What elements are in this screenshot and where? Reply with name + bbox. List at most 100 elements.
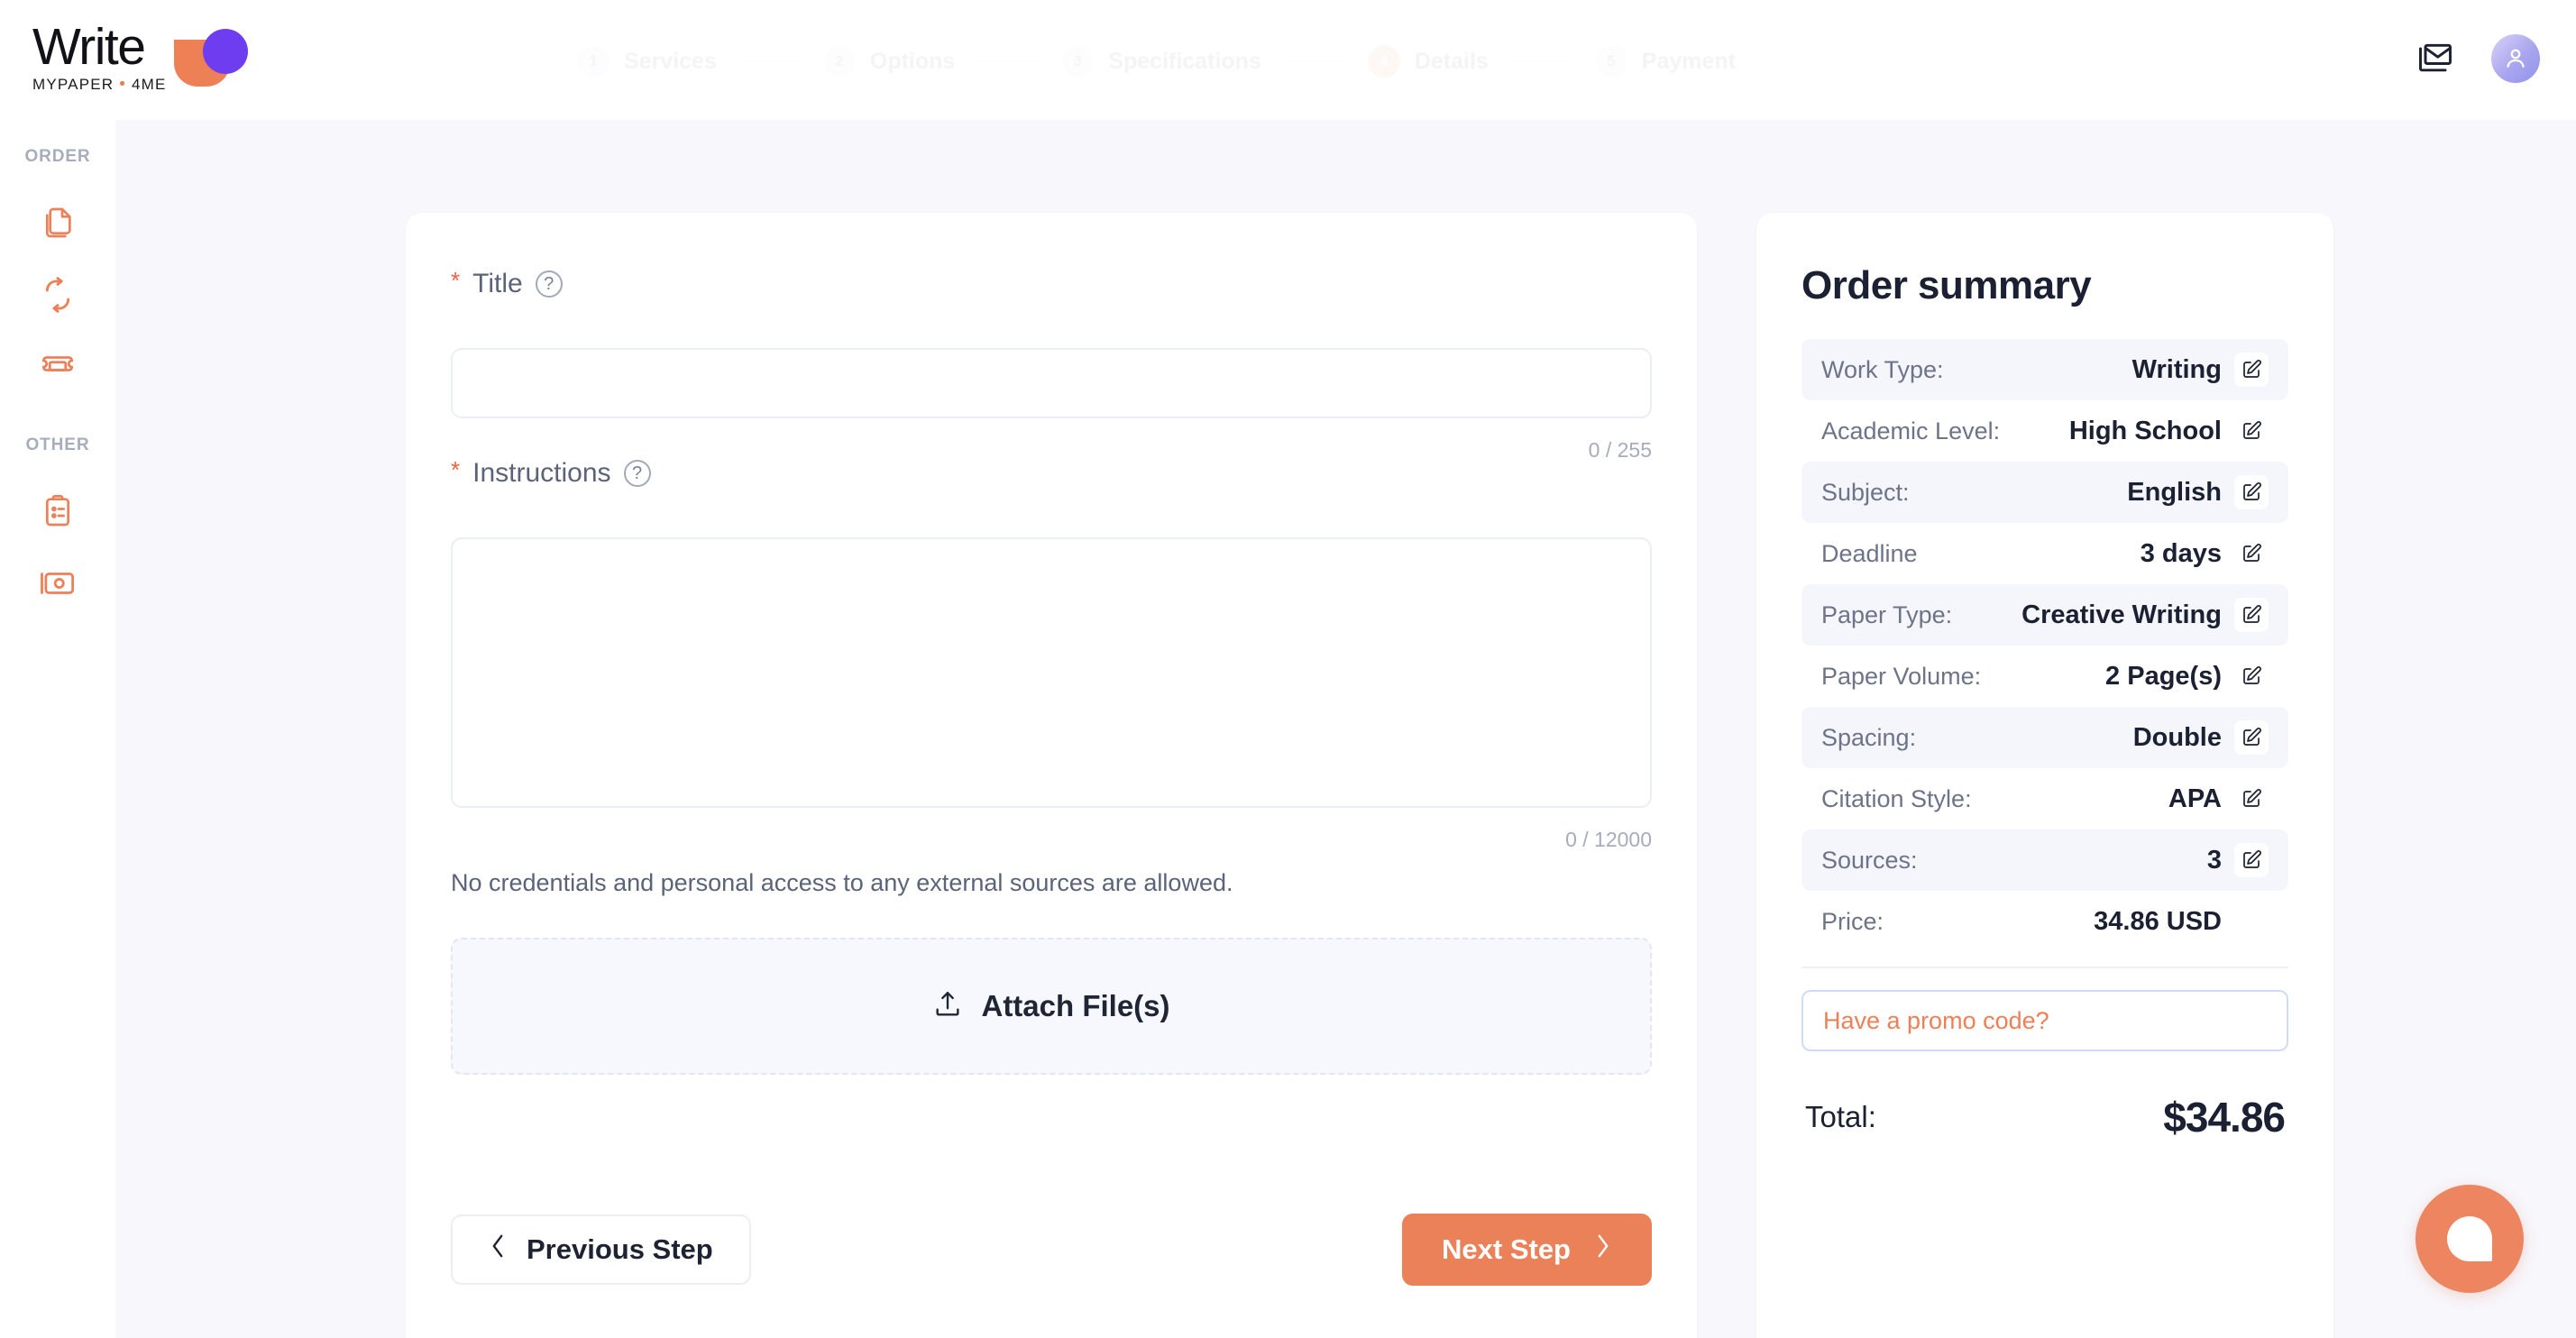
sidebar-item-clipboard[interactable] bbox=[0, 477, 115, 549]
promo-code-input[interactable] bbox=[1801, 990, 2288, 1051]
summary-row-paper-type: Paper Type: Creative Writing bbox=[1801, 584, 2288, 646]
step-label-services: Services bbox=[624, 48, 717, 74]
top-header: Write MYPAPER • 4ME 1 Services 2 Options bbox=[0, 0, 2576, 120]
previous-step-label: Previous Step bbox=[527, 1233, 713, 1265]
summary-key: Academic Level: bbox=[1821, 417, 2001, 444]
instructions-textarea[interactable] bbox=[451, 537, 1652, 808]
step-services[interactable]: 1 Services bbox=[577, 45, 717, 78]
summary-row-citation-style: Citation Style: APA bbox=[1801, 768, 2288, 829]
summary-key: Paper Type: bbox=[1821, 600, 1953, 628]
order-details-form: * Title ? 0 / 255 * Instructions ? 0 / 1… bbox=[406, 213, 1697, 1338]
sidebar-group-label-order: ORDER bbox=[24, 147, 91, 166]
summary-key: Spacing: bbox=[1821, 723, 1917, 751]
instructions-field-label: * Instructions ? bbox=[451, 458, 651, 489]
summary-row-price: Price: 34.86 USD bbox=[1801, 891, 2288, 952]
step-number-2: 2 bbox=[822, 45, 856, 78]
sidebar-group-label-other: OTHER bbox=[25, 435, 90, 454]
step-options[interactable]: 2 Options bbox=[822, 45, 956, 78]
summary-value: English bbox=[2127, 477, 2222, 507]
previous-step-button[interactable]: Previous Step bbox=[451, 1214, 751, 1285]
step-label-details: Details bbox=[1414, 48, 1489, 74]
summary-key: Subject: bbox=[1821, 478, 1910, 506]
brand-logo[interactable]: Write MYPAPER • 4ME bbox=[32, 20, 261, 94]
chat-bubble-icon[interactable] bbox=[2416, 1185, 2524, 1293]
summary-key: Sources: bbox=[1821, 846, 1918, 874]
summary-row-spacing: Spacing: Double bbox=[1801, 707, 2288, 768]
edit-icon[interactable] bbox=[2234, 536, 2269, 571]
summary-row-sources: Sources: 3 bbox=[1801, 829, 2288, 891]
user-avatar-icon[interactable] bbox=[2491, 34, 2540, 83]
summary-value: 3 days bbox=[2140, 538, 2222, 568]
edit-icon[interactable] bbox=[2234, 720, 2269, 755]
edit-icon[interactable] bbox=[2234, 843, 2269, 877]
title-label-text: Title bbox=[472, 269, 523, 298]
summary-key: Paper Volume: bbox=[1821, 662, 1982, 690]
summary-value: APA bbox=[2168, 784, 2222, 813]
question-mark-icon[interactable]: ? bbox=[623, 460, 651, 487]
banknote-money-icon bbox=[39, 564, 77, 607]
summary-edit-placeholder bbox=[2234, 904, 2269, 939]
summary-row-work-type: Work Type: Writing bbox=[1801, 339, 2288, 400]
credentials-note: No credentials and personal access to an… bbox=[451, 869, 1233, 896]
chevron-right-icon bbox=[1594, 1233, 1612, 1266]
step-label-payment: Payment bbox=[1641, 48, 1737, 74]
summary-value: 3 bbox=[2206, 845, 2222, 875]
clipboard-list-icon bbox=[40, 493, 76, 534]
step-payment[interactable]: 5 Payment bbox=[1594, 45, 1737, 78]
title-input[interactable] bbox=[451, 348, 1652, 418]
summary-row-subject: Subject: English bbox=[1801, 462, 2288, 523]
next-step-button[interactable]: Next Step bbox=[1402, 1214, 1652, 1286]
step-details[interactable]: 4 Details bbox=[1367, 45, 1489, 78]
summary-key: Price: bbox=[1821, 907, 1884, 935]
question-mark-icon[interactable]: ? bbox=[535, 270, 563, 298]
summary-key: Work Type: bbox=[1821, 355, 1944, 383]
edit-icon[interactable] bbox=[2234, 414, 2269, 448]
instructions-label-text: Instructions bbox=[472, 458, 611, 488]
summary-value: 34.86 USD bbox=[2094, 906, 2222, 936]
sidebar-item-payments[interactable] bbox=[0, 549, 115, 621]
edit-icon[interactable] bbox=[2234, 475, 2269, 509]
instructions-char-counter: 0 / 12000 bbox=[1565, 828, 1652, 851]
ticket-icon bbox=[39, 348, 77, 390]
edit-icon[interactable] bbox=[2234, 353, 2269, 387]
summary-value: Double bbox=[2132, 722, 2222, 752]
total-label: Total: bbox=[1805, 1100, 1876, 1133]
mail-icon[interactable] bbox=[2412, 35, 2459, 82]
summary-row-academic-level: Academic Level: High School bbox=[1801, 400, 2288, 462]
step-label-specifications: Specifications bbox=[1108, 48, 1261, 74]
next-step-label: Next Step bbox=[1442, 1233, 1571, 1265]
attach-files-dropzone[interactable]: Attach File(s) bbox=[451, 938, 1652, 1075]
documents-copy-icon bbox=[40, 205, 76, 245]
edit-icon[interactable] bbox=[2234, 782, 2269, 816]
edit-icon[interactable] bbox=[2234, 659, 2269, 693]
logo-purple-dot bbox=[202, 29, 248, 74]
summary-value: Writing bbox=[2131, 354, 2222, 384]
logo-mark-icon bbox=[173, 29, 261, 87]
summary-value: Creative Writing bbox=[2021, 600, 2222, 629]
sidebar-item-tickets[interactable] bbox=[0, 333, 115, 405]
summary-key: Citation Style: bbox=[1821, 784, 1972, 812]
app-root: Write MYPAPER • 4ME 1 Services 2 Options bbox=[0, 0, 2576, 1338]
chevron-left-icon bbox=[489, 1233, 507, 1266]
attach-files-label: Attach File(s) bbox=[981, 989, 1170, 1022]
summary-row-deadline: Deadline 3 days bbox=[1801, 523, 2288, 584]
summary-value: High School bbox=[2068, 416, 2222, 445]
edit-icon[interactable] bbox=[2234, 598, 2269, 632]
header-actions bbox=[2412, 34, 2540, 83]
step-separator bbox=[1508, 60, 1575, 62]
step-number-1: 1 bbox=[577, 45, 610, 78]
left-sidebar: ORDER OTHER bbox=[0, 120, 115, 1338]
title-field-label: * Title ? bbox=[451, 269, 563, 299]
summary-value: 2 Page(s) bbox=[2105, 661, 2222, 691]
summary-total-row: Total: $34.86 bbox=[1801, 1093, 2288, 1141]
logo-tagline-dot: • bbox=[119, 75, 127, 94]
upload-icon bbox=[932, 989, 963, 1024]
logo-wordmark: Write bbox=[32, 18, 146, 76]
step-label-options: Options bbox=[869, 48, 956, 74]
step-specifications[interactable]: 3 Specifications bbox=[1061, 45, 1261, 78]
sidebar-item-revisions[interactable] bbox=[0, 261, 115, 333]
step-separator bbox=[1280, 60, 1348, 62]
step-separator bbox=[736, 60, 803, 62]
sidebar-item-documents[interactable] bbox=[0, 188, 115, 261]
